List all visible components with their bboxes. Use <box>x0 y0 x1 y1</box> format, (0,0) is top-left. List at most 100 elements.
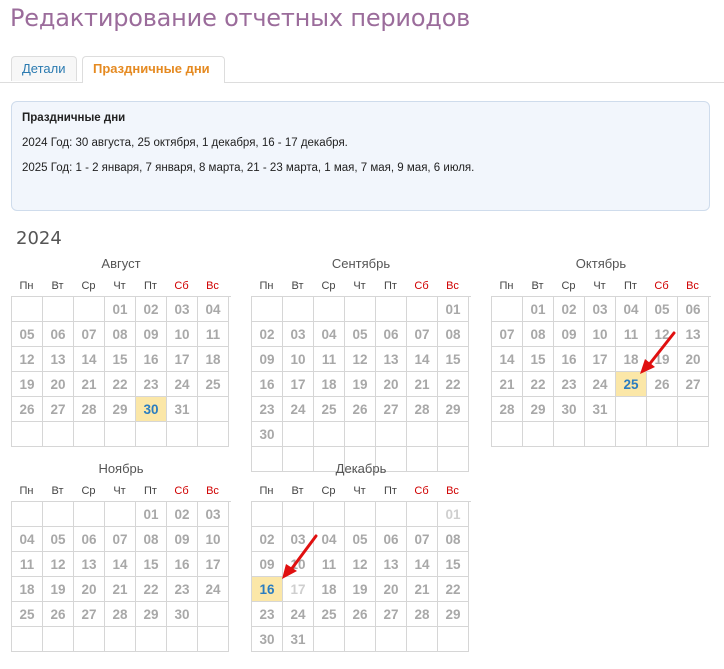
day-cell[interactable]: 29 <box>136 602 167 627</box>
day-cell[interactable]: 06 <box>376 527 407 552</box>
day-cell[interactable]: 18 <box>198 347 229 372</box>
day-cell-holiday[interactable]: 30 <box>136 397 167 422</box>
day-cell[interactable]: 23 <box>167 577 198 602</box>
day-cell[interactable]: 21 <box>407 577 438 602</box>
day-cell[interactable]: 25 <box>314 602 345 627</box>
day-cell[interactable]: 07 <box>407 527 438 552</box>
day-cell[interactable]: 02 <box>167 502 198 527</box>
day-cell[interactable]: 24 <box>167 372 198 397</box>
day-cell[interactable]: 16 <box>167 552 198 577</box>
day-cell[interactable]: 13 <box>74 552 105 577</box>
day-cell[interactable]: 08 <box>438 322 469 347</box>
day-cell[interactable]: 21 <box>74 372 105 397</box>
day-cell[interactable]: 07 <box>74 322 105 347</box>
day-cell[interactable]: 09 <box>252 347 283 372</box>
day-cell[interactable]: 31 <box>283 627 314 652</box>
day-cell[interactable]: 23 <box>252 397 283 422</box>
day-cell[interactable]: 30 <box>554 397 585 422</box>
day-cell[interactable]: 01 <box>438 502 469 527</box>
day-cell[interactable]: 03 <box>585 297 616 322</box>
day-cell[interactable]: 10 <box>198 527 229 552</box>
day-cell[interactable]: 07 <box>407 322 438 347</box>
day-cell[interactable]: 06 <box>376 322 407 347</box>
day-cell[interactable]: 06 <box>678 297 709 322</box>
day-cell[interactable]: 11 <box>198 322 229 347</box>
day-cell[interactable]: 23 <box>136 372 167 397</box>
day-cell[interactable]: 21 <box>407 372 438 397</box>
day-cell[interactable]: 03 <box>198 502 229 527</box>
day-cell[interactable]: 11 <box>12 552 43 577</box>
day-cell[interactable]: 28 <box>492 397 523 422</box>
day-cell[interactable]: 17 <box>585 347 616 372</box>
day-cell[interactable]: 18 <box>12 577 43 602</box>
day-cell[interactable]: 09 <box>167 527 198 552</box>
day-cell[interactable]: 24 <box>283 602 314 627</box>
day-cell[interactable]: 06 <box>74 527 105 552</box>
day-cell[interactable]: 04 <box>314 322 345 347</box>
day-cell[interactable]: 12 <box>12 347 43 372</box>
day-cell[interactable]: 25 <box>314 397 345 422</box>
day-cell[interactable]: 25 <box>12 602 43 627</box>
day-cell[interactable]: 02 <box>136 297 167 322</box>
day-cell[interactable]: 14 <box>105 552 136 577</box>
day-cell[interactable]: 26 <box>345 397 376 422</box>
day-cell[interactable]: 17 <box>167 347 198 372</box>
day-cell[interactable]: 22 <box>136 577 167 602</box>
day-cell[interactable]: 03 <box>283 322 314 347</box>
day-cell[interactable]: 20 <box>43 372 74 397</box>
day-cell[interactable]: 20 <box>376 372 407 397</box>
day-cell[interactable]: 16 <box>136 347 167 372</box>
day-cell[interactable]: 28 <box>74 397 105 422</box>
day-cell[interactable]: 24 <box>198 577 229 602</box>
day-cell[interactable]: 08 <box>438 527 469 552</box>
day-cell[interactable]: 19 <box>12 372 43 397</box>
day-cell[interactable]: 02 <box>252 322 283 347</box>
day-cell[interactable]: 22 <box>105 372 136 397</box>
day-cell[interactable]: 15 <box>105 347 136 372</box>
day-cell[interactable]: 24 <box>283 397 314 422</box>
day-cell[interactable]: 23 <box>554 372 585 397</box>
day-cell[interactable]: 19 <box>345 577 376 602</box>
day-cell[interactable]: 04 <box>12 527 43 552</box>
day-cell[interactable]: 25 <box>198 372 229 397</box>
day-cell[interactable]: 27 <box>376 397 407 422</box>
day-cell[interactable]: 21 <box>105 577 136 602</box>
day-cell[interactable]: 24 <box>585 372 616 397</box>
day-cell[interactable]: 08 <box>136 527 167 552</box>
day-cell[interactable]: 20 <box>678 347 709 372</box>
day-cell[interactable]: 10 <box>283 347 314 372</box>
day-cell[interactable]: 31 <box>585 397 616 422</box>
day-cell[interactable]: 22 <box>438 372 469 397</box>
tab-holidays[interactable]: Праздничные дни <box>82 56 225 83</box>
day-cell[interactable]: 20 <box>74 577 105 602</box>
day-cell[interactable]: 12 <box>345 347 376 372</box>
day-cell[interactable]: 13 <box>43 347 74 372</box>
day-cell[interactable]: 04 <box>616 297 647 322</box>
day-cell[interactable]: 05 <box>647 297 678 322</box>
day-cell[interactable]: 14 <box>407 552 438 577</box>
day-cell[interactable]: 14 <box>74 347 105 372</box>
day-cell[interactable]: 19 <box>345 372 376 397</box>
day-cell[interactable]: 17 <box>283 372 314 397</box>
day-cell[interactable]: 10 <box>585 322 616 347</box>
day-cell[interactable]: 05 <box>43 527 74 552</box>
day-cell[interactable]: 27 <box>678 372 709 397</box>
day-cell[interactable]: 30 <box>252 627 283 652</box>
day-cell[interactable]: 27 <box>376 602 407 627</box>
day-cell[interactable]: 13 <box>376 552 407 577</box>
day-cell[interactable]: 28 <box>407 397 438 422</box>
day-cell[interactable]: 15 <box>136 552 167 577</box>
day-cell[interactable]: 15 <box>438 552 469 577</box>
day-cell[interactable]: 17 <box>198 552 229 577</box>
day-cell[interactable]: 21 <box>492 372 523 397</box>
day-cell[interactable]: 08 <box>105 322 136 347</box>
day-cell[interactable]: 18 <box>314 372 345 397</box>
day-cell[interactable]: 29 <box>438 602 469 627</box>
day-cell[interactable]: 01 <box>438 297 469 322</box>
day-cell[interactable]: 27 <box>74 602 105 627</box>
day-cell[interactable]: 09 <box>554 322 585 347</box>
day-cell[interactable]: 26 <box>345 602 376 627</box>
day-cell[interactable]: 15 <box>438 347 469 372</box>
day-cell[interactable]: 15 <box>523 347 554 372</box>
day-cell[interactable]: 26 <box>12 397 43 422</box>
